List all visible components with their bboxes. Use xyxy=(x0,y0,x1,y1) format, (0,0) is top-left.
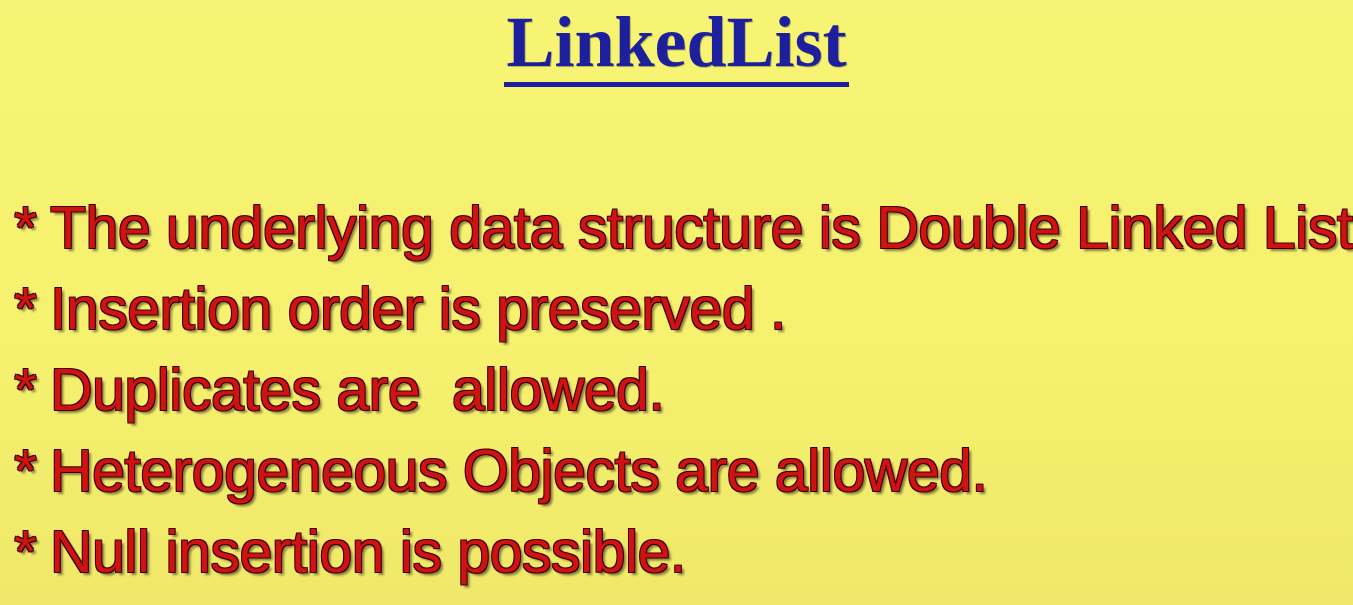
bullet-item: * The underlying data structure is Double… xyxy=(14,188,1353,269)
bullet-marker: * xyxy=(14,276,37,342)
bullet-item: * Heterogeneous Objects are allowed. xyxy=(14,431,1353,512)
title-container: LinkedList xyxy=(0,4,1353,87)
bullet-item: * Insertion order is preserved . xyxy=(14,269,1353,350)
bullet-text: Heterogeneous Objects are allowed. xyxy=(50,438,988,504)
bullet-marker: * xyxy=(14,438,37,504)
slide: LinkedList * The underlying data structur… xyxy=(0,0,1353,605)
bullet-item: * Duplicates are allowed. xyxy=(14,350,1353,431)
bullet-text: Null insertion is possible. xyxy=(50,519,686,585)
bullet-marker: * xyxy=(14,519,37,585)
bullet-item: * Null insertion is possible. xyxy=(14,512,1353,593)
bullet-marker: * xyxy=(14,357,37,423)
bullet-text: The underlying data structure is Double … xyxy=(50,195,1353,261)
bullet-text: Duplicates are allowed. xyxy=(50,357,665,423)
bullet-marker: * xyxy=(14,195,37,261)
slide-title: LinkedList xyxy=(504,4,849,87)
bullet-text: Insertion order is preserved . xyxy=(50,276,786,342)
bullet-list: * The underlying data structure is Double… xyxy=(14,188,1353,593)
